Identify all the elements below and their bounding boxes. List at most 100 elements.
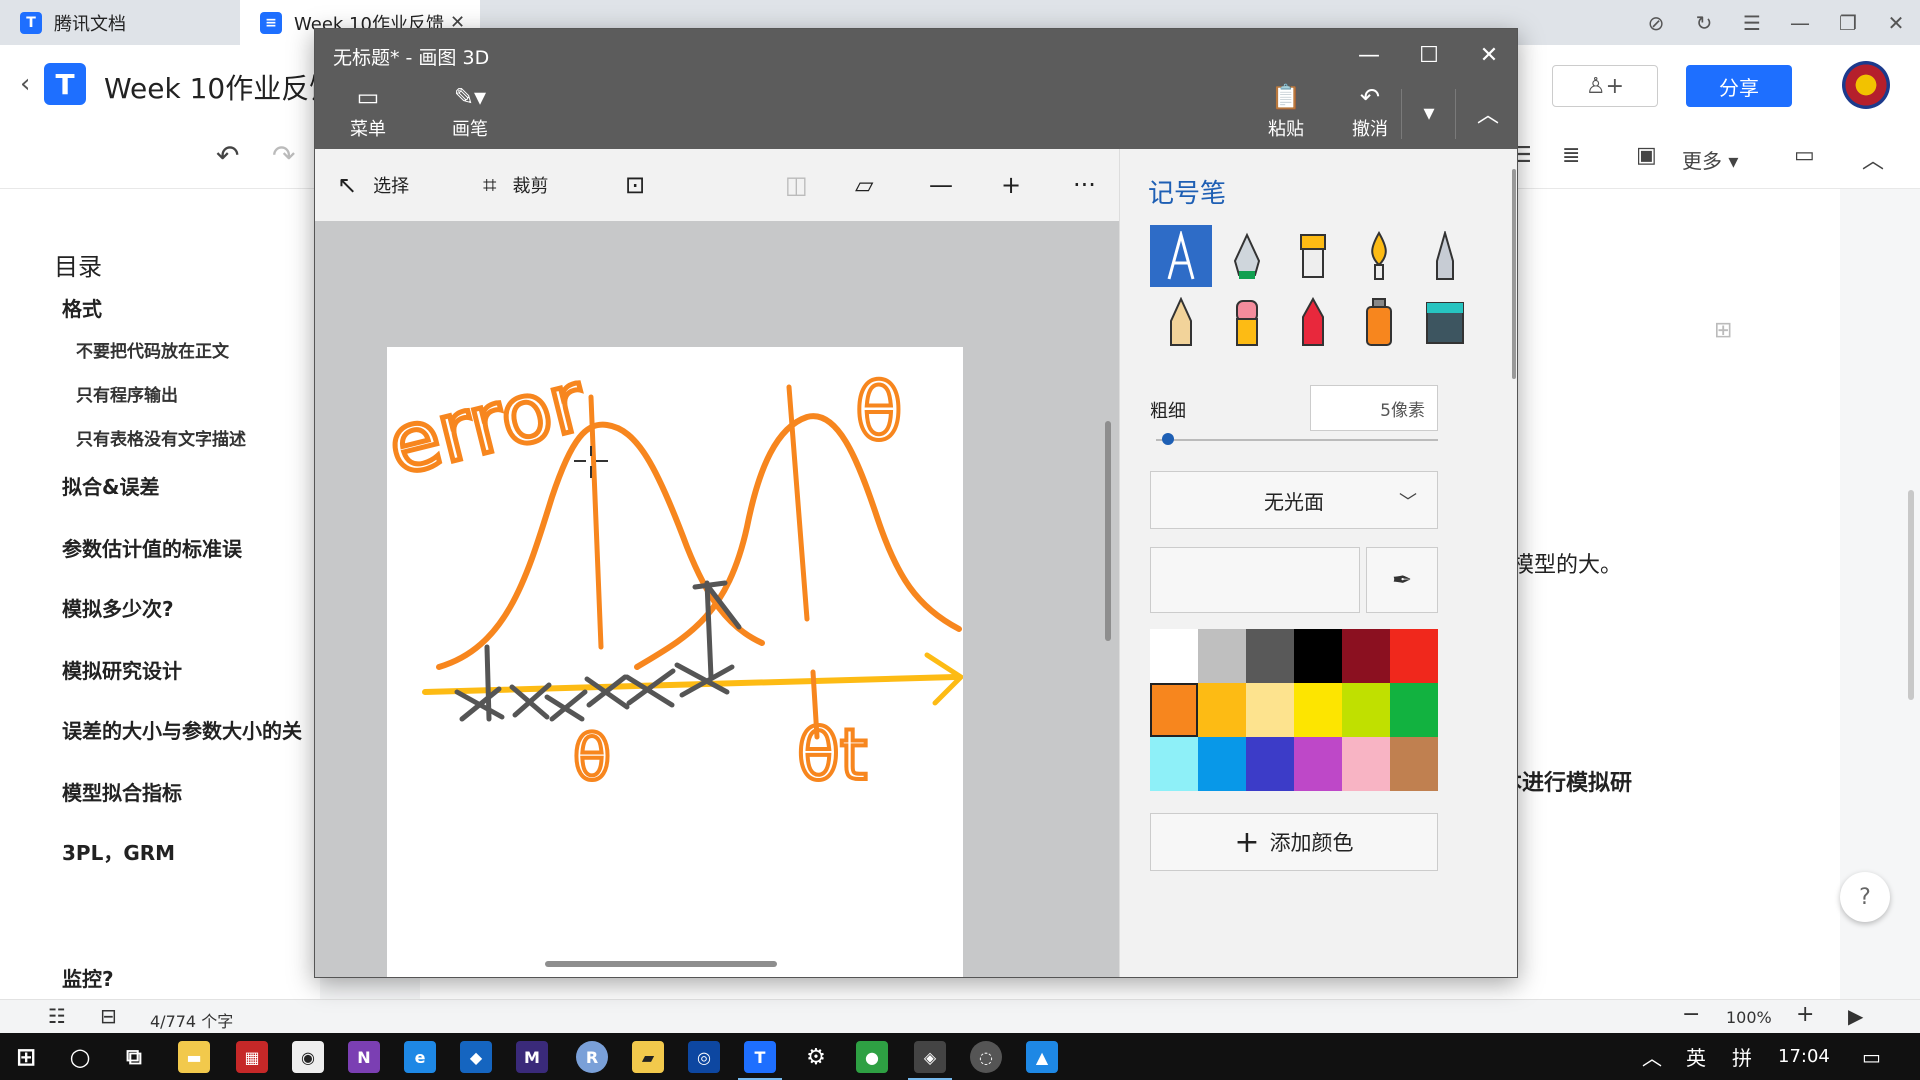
maximize-icon[interactable]: ☐ bbox=[1399, 33, 1459, 77]
crayon-brush[interactable] bbox=[1282, 291, 1344, 353]
color-swatch[interactable] bbox=[1150, 629, 1198, 683]
restore-icon[interactable]: ❐ bbox=[1824, 11, 1872, 35]
page-layout-icon[interactable]: ⊟ bbox=[100, 1004, 117, 1028]
settings-icon[interactable]: ⚙ bbox=[800, 1041, 832, 1073]
outline-icon[interactable]: ☷ bbox=[48, 1004, 66, 1028]
add-collaborator-button[interactable]: ♙+ bbox=[1552, 65, 1658, 107]
tray-chevron-icon[interactable]: ︿ bbox=[1642, 1033, 1662, 1080]
toc-item[interactable]: 模拟多少次? bbox=[62, 593, 174, 622]
sticky-notes-icon[interactable]: ▰ bbox=[632, 1041, 664, 1073]
windows-start-icon[interactable]: ⊞ bbox=[10, 1041, 42, 1073]
refresh-icon[interactable]: ↻ bbox=[1680, 11, 1728, 35]
oil-brush[interactable] bbox=[1282, 225, 1344, 287]
menu-button[interactable]: ▭ 菜单 bbox=[323, 83, 413, 145]
onenote-icon[interactable]: N bbox=[348, 1041, 380, 1073]
brushes-button[interactable]: ✎▾ 画笔 bbox=[425, 83, 515, 145]
doc-title[interactable]: Week 10作业反馈 bbox=[104, 67, 337, 107]
history-dropdown-icon[interactable]: ▾ bbox=[1409, 91, 1449, 135]
color-swatch[interactable] bbox=[1198, 683, 1246, 737]
watercolor-brush[interactable] bbox=[1348, 225, 1410, 287]
finish-select[interactable]: 无光面 ﹀ bbox=[1150, 471, 1438, 529]
app-icon[interactable]: ◆ bbox=[460, 1041, 492, 1073]
toc-item[interactable]: 监控? bbox=[62, 963, 114, 992]
toc-item[interactable]: 模拟研究设计 bbox=[62, 655, 182, 684]
select-tool[interactable]: ↖ 选择 bbox=[337, 167, 409, 203]
eyedropper-button[interactable]: ✒ bbox=[1366, 547, 1438, 613]
thickness-slider-thumb[interactable] bbox=[1161, 433, 1174, 445]
share-button[interactable]: 分享 bbox=[1686, 65, 1792, 107]
toc-item[interactable]: 参数估计值的标准误 bbox=[62, 533, 242, 562]
mplus-icon[interactable]: M bbox=[516, 1041, 548, 1073]
toc-item[interactable]: 不要把代码放在正文 bbox=[76, 337, 229, 362]
canvas-area[interactable]: error θ θ θt bbox=[315, 221, 1119, 977]
zoom-level[interactable]: 100% bbox=[1726, 1008, 1772, 1027]
ime-pinyin[interactable]: 拼 bbox=[1732, 1033, 1752, 1080]
undo-icon[interactable]: ↶ bbox=[216, 139, 239, 172]
toc-item[interactable]: 只有表格没有文字描述 bbox=[76, 425, 246, 450]
color-swatch[interactable] bbox=[1390, 683, 1438, 737]
task-view-icon[interactable]: ⧉ bbox=[118, 1041, 150, 1073]
collapse-toolbar-icon[interactable]: ︿ bbox=[1862, 143, 1884, 175]
fill-bucket-brush[interactable] bbox=[1414, 291, 1476, 353]
color-swatch[interactable] bbox=[1342, 629, 1390, 683]
zoom-out-icon[interactable]: − bbox=[1682, 1002, 1700, 1027]
canvas-vertical-scrollbar[interactable] bbox=[1105, 421, 1111, 641]
canvas-horizontal-scrollbar[interactable] bbox=[545, 961, 777, 967]
toc-item[interactable]: 模型拟合指标 bbox=[62, 777, 182, 806]
zoom-out-tool[interactable]: — bbox=[929, 167, 969, 203]
photos-icon[interactable]: ▲ bbox=[1026, 1041, 1058, 1073]
toc-item[interactable]: 格式 bbox=[62, 293, 102, 322]
zoom-in-icon[interactable]: + bbox=[1796, 1002, 1814, 1027]
tencent-docs-logo-icon[interactable]: T bbox=[44, 63, 86, 105]
tab-tencent-docs[interactable]: T 腾讯文档 bbox=[0, 0, 240, 45]
pixel-pen-brush[interactable] bbox=[1414, 225, 1476, 287]
redo-icon[interactable]: ↷ bbox=[272, 139, 295, 172]
add-comment-icon[interactable]: ⊞ bbox=[1714, 318, 1732, 343]
pencil-brush[interactable] bbox=[1150, 291, 1212, 353]
color-swatch[interactable] bbox=[1294, 737, 1342, 791]
doc-scrollbar[interactable] bbox=[1908, 490, 1914, 700]
toc-item[interactable]: 误差的大小与参数大小的关 bbox=[62, 715, 302, 744]
drawing-canvas[interactable]: error θ θ θt bbox=[387, 347, 963, 977]
color-swatch[interactable] bbox=[1150, 683, 1198, 737]
color-swatch[interactable] bbox=[1342, 683, 1390, 737]
zoom-in-tool[interactable]: + bbox=[1001, 167, 1037, 203]
marker-brush[interactable] bbox=[1150, 225, 1212, 287]
more-menu[interactable]: 更多 ▾ bbox=[1682, 145, 1738, 174]
present-icon[interactable]: ▶ bbox=[1848, 1004, 1863, 1028]
compass-icon[interactable]: ⊘ bbox=[1632, 11, 1680, 35]
side-panel-scrollbar[interactable] bbox=[1512, 169, 1516, 379]
clock[interactable]: 17:04 bbox=[1778, 1033, 1830, 1080]
color-swatch[interactable] bbox=[1246, 683, 1294, 737]
back-icon[interactable]: ‹ bbox=[20, 69, 30, 99]
calligraphy-pen-brush[interactable] bbox=[1216, 225, 1278, 287]
image-icon[interactable]: ▣ bbox=[1636, 143, 1657, 168]
flip-tool[interactable]: ▱ bbox=[855, 167, 889, 203]
toc-item[interactable]: 只有程序输出 bbox=[76, 381, 178, 406]
edge-icon[interactable]: e bbox=[404, 1041, 436, 1073]
color-swatch[interactable] bbox=[1294, 629, 1342, 683]
color-swatch[interactable] bbox=[1390, 629, 1438, 683]
color-swatch[interactable] bbox=[1150, 737, 1198, 791]
eraser-brush[interactable] bbox=[1216, 291, 1278, 353]
align-icon[interactable]: ≣ bbox=[1562, 143, 1580, 168]
close-window-icon[interactable]: ✕ bbox=[1872, 11, 1920, 35]
color-swatch[interactable] bbox=[1294, 683, 1342, 737]
wechat-icon[interactable]: ● bbox=[856, 1041, 888, 1073]
r-icon[interactable]: R bbox=[576, 1041, 608, 1073]
tencent-docs-taskbar-icon[interactable]: T bbox=[738, 1041, 782, 1080]
color-swatch[interactable] bbox=[1246, 737, 1294, 791]
color-swatch[interactable] bbox=[1390, 737, 1438, 791]
search-icon[interactable]: ○ bbox=[64, 1041, 96, 1073]
paint-3d-taskbar-icon[interactable]: ◈ bbox=[908, 1041, 952, 1080]
color-swatch[interactable] bbox=[1246, 629, 1294, 683]
color-swatch[interactable] bbox=[1198, 737, 1246, 791]
thickness-input[interactable]: 5像素 bbox=[1310, 385, 1438, 431]
3d-library-tool[interactable]: ◫ bbox=[785, 167, 824, 203]
minimize-icon[interactable]: — bbox=[1776, 11, 1824, 35]
more-tools[interactable]: ··· bbox=[1073, 167, 1112, 203]
magic-select-tool[interactable]: ⊡ bbox=[625, 167, 661, 203]
menu-icon[interactable]: ☰ bbox=[1728, 11, 1776, 35]
file-explorer-icon[interactable]: ▬ bbox=[178, 1041, 210, 1073]
app-icon[interactable]: ◌ bbox=[970, 1041, 1002, 1073]
